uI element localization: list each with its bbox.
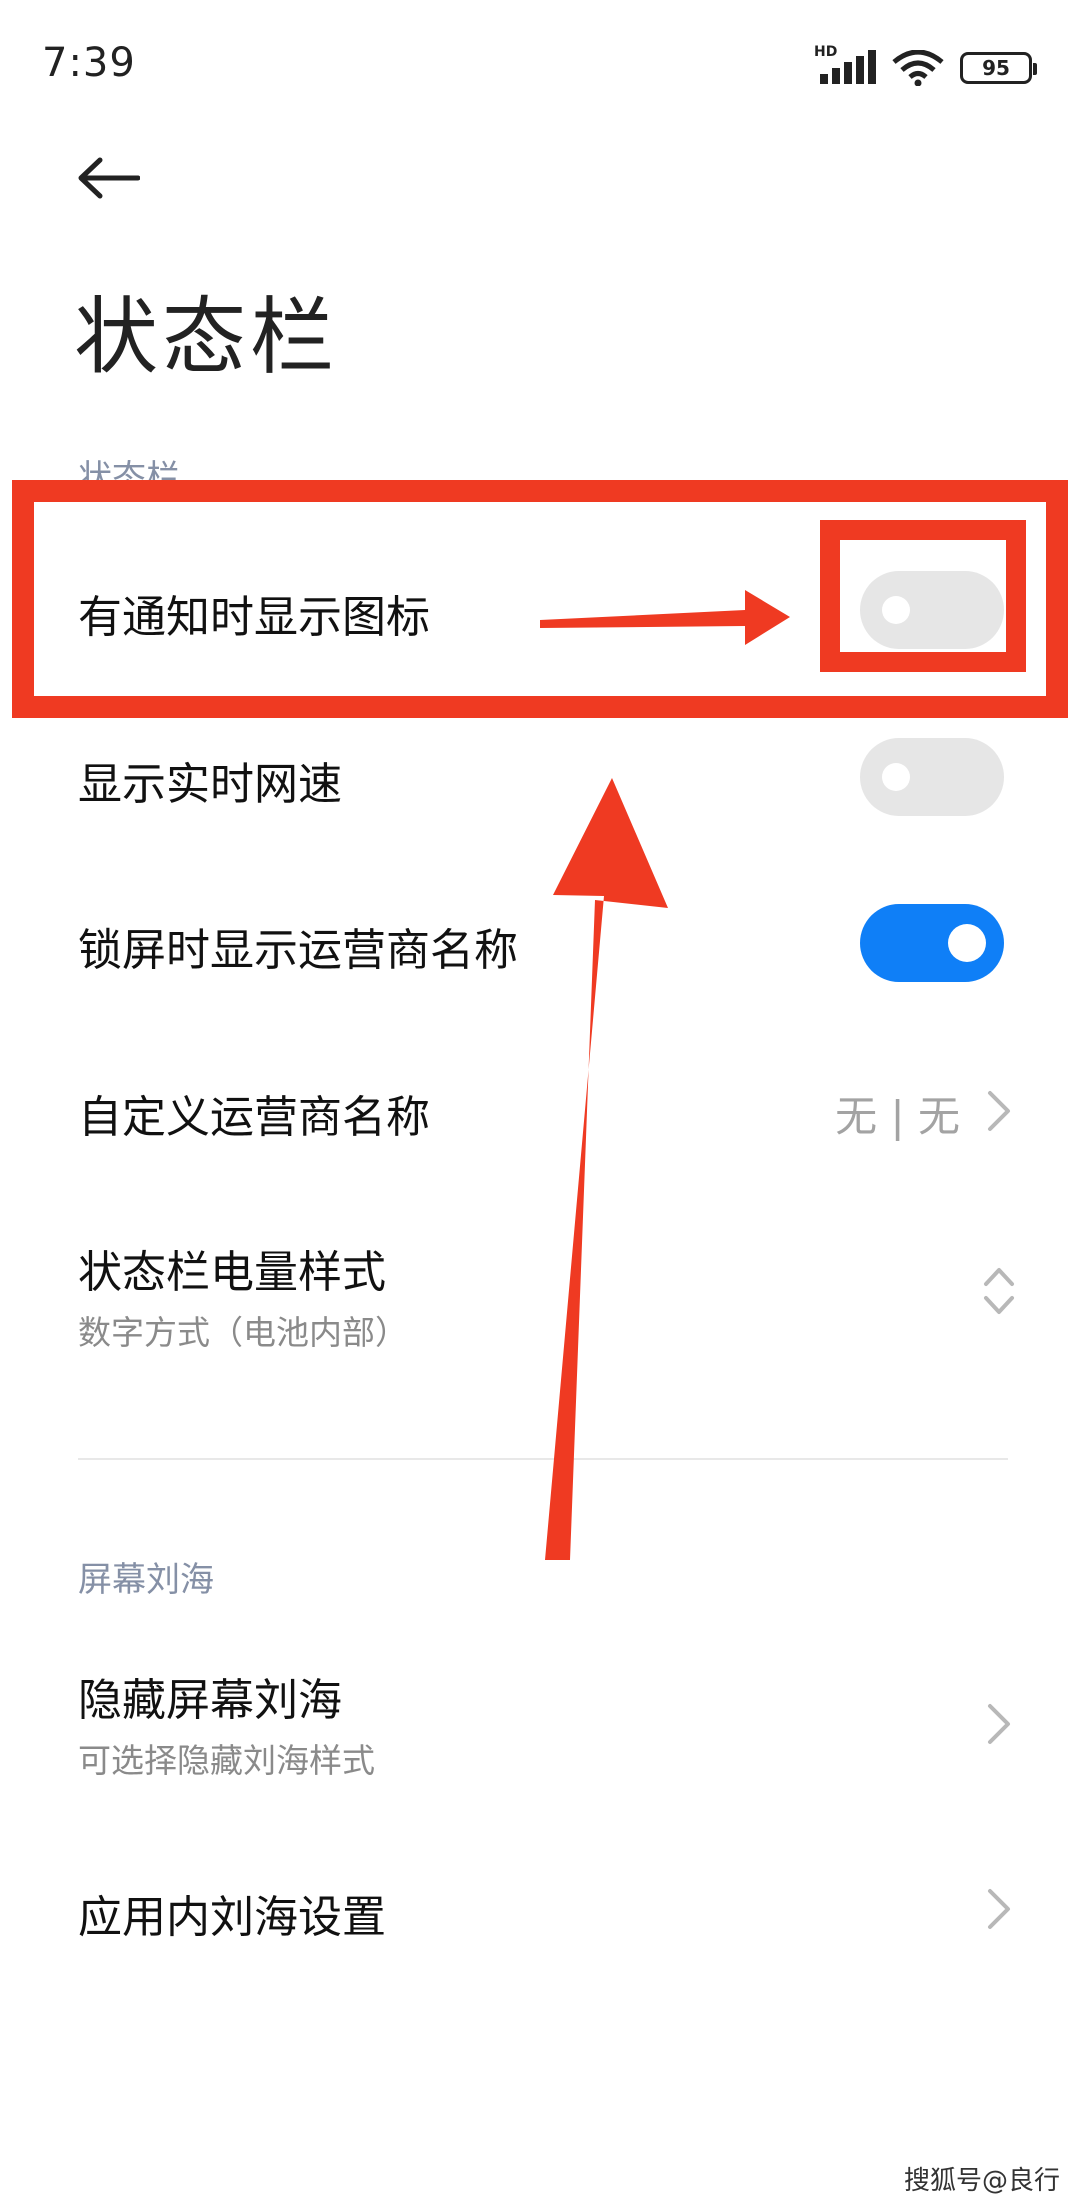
chevron-right-icon [988,1091,1010,1131]
toggle-show-network-speed[interactable] [860,738,1004,816]
row-show-carrier-lockscreen[interactable]: 锁屏时显示运营商名称 [0,878,1080,1008]
row-title: 显示实时网速 [78,759,342,810]
status-bar: 7:39 HD 95 [0,0,1080,130]
row-title: 锁屏时显示运营商名称 [78,925,518,976]
row-hide-notch[interactable]: 隐藏屏幕刘海 可选择隐藏刘海样式 [0,1640,1080,1820]
back-arrow-icon [78,157,140,199]
status-time: 7:39 [42,40,136,86]
row-title: 状态栏电量样式 [78,1247,386,1298]
section-divider [78,1458,1008,1460]
signal-icon: HD [814,44,876,86]
toggle-knob [882,763,910,791]
row-custom-carrier-name[interactable]: 自定义运营商名称 无 | 无 [0,1045,1080,1175]
row-title: 自定义运营商名称 [78,1092,430,1143]
row-title: 应用内刘海设置 [78,1892,386,1943]
watermark: 搜狐号@良行 [903,2166,1060,2196]
row-app-notch-settings[interactable]: 应用内刘海设置 [0,1845,1080,1975]
row-battery-style[interactable]: 状态栏电量样式 数字方式（电池内部） [0,1210,1080,1390]
chevron-right-icon [988,1889,1010,1929]
row-subtitle: 数字方式（电池内部） [78,1313,408,1352]
page-title: 状态栏 [74,288,339,386]
annotation-toggle-box [820,520,1026,672]
back-button[interactable] [76,150,140,206]
row-value: 无 | 无 [835,1092,960,1141]
row-show-network-speed[interactable]: 显示实时网速 [0,712,1080,842]
chevron-updown-icon [984,1268,1014,1314]
battery-icon: 95 [960,52,1037,84]
battery-level: 95 [982,56,1010,80]
network-badge: HD [814,44,838,60]
section-header-notch: 屏幕刘海 [78,1560,214,1600]
chevron-right-icon [988,1704,1010,1744]
row-subtitle: 可选择隐藏刘海样式 [78,1741,375,1780]
row-title: 隐藏屏幕刘海 [78,1675,342,1726]
toggle-show-carrier-lockscreen[interactable] [860,904,1004,982]
wifi-icon [892,50,944,86]
toggle-knob [948,924,986,962]
status-icons: HD 95 [814,44,1037,86]
